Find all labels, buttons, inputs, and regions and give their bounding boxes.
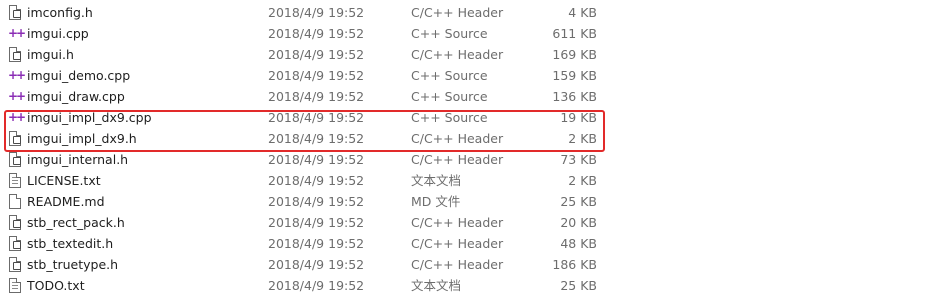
- file-row[interactable]: ++ imgui_draw.cpp 2018/4/9 19:52 C++ Sou…: [0, 86, 944, 107]
- file-name: TODO.txt: [27, 278, 85, 293]
- file-row[interactable]: LICENSE.txt 2018/4/9 19:52 文本文档 2 KB: [0, 170, 944, 191]
- file-date: 2018/4/9 19:52: [268, 257, 365, 272]
- cpp-file-icon: ++: [8, 26, 26, 40]
- file-row[interactable]: TODO.txt 2018/4/9 19:52 文本文档 25 KB: [0, 275, 944, 296]
- file-name: imgui_demo.cpp: [27, 68, 131, 83]
- file-type: C++ Source: [411, 89, 488, 104]
- file-date: 2018/4/9 19:52: [268, 110, 365, 125]
- file-size: 2 KB: [568, 131, 597, 146]
- file-row[interactable]: ++ imgui_demo.cpp 2018/4/9 19:52 C++ Sou…: [0, 65, 944, 86]
- file-list: imconfig.h 2018/4/9 19:52 C/C++ Header 4…: [0, 2, 944, 296]
- header-file-icon: [8, 254, 22, 275]
- file-name: stb_rect_pack.h: [27, 215, 125, 230]
- header-file-icon: [8, 128, 22, 149]
- text-file-icon: [8, 170, 22, 191]
- file-name: imgui.h: [27, 47, 74, 62]
- header-file-icon: [8, 149, 22, 170]
- file-date: 2018/4/9 19:52: [268, 68, 365, 83]
- cpp-file-icon: ++: [8, 89, 26, 103]
- text-file-icon: [8, 275, 22, 296]
- file-date: 2018/4/9 19:52: [268, 5, 365, 20]
- file-row[interactable]: stb_truetype.h 2018/4/9 19:52 C/C++ Head…: [0, 254, 944, 275]
- file-row[interactable]: imgui_internal.h 2018/4/9 19:52 C/C++ He…: [0, 149, 944, 170]
- file-size: 25 KB: [560, 194, 597, 209]
- file-date: 2018/4/9 19:52: [268, 131, 365, 146]
- file-row[interactable]: imconfig.h 2018/4/9 19:52 C/C++ Header 4…: [0, 2, 944, 23]
- file-date: 2018/4/9 19:52: [268, 194, 365, 209]
- header-file-icon: [8, 233, 22, 254]
- file-size: 48 KB: [560, 236, 597, 251]
- file-row[interactable]: stb_rect_pack.h 2018/4/9 19:52 C/C++ Hea…: [0, 212, 944, 233]
- file-type: 文本文档: [411, 173, 462, 188]
- file-name: stb_textedit.h: [27, 236, 114, 251]
- file-size: 186 KB: [552, 257, 597, 272]
- file-row[interactable]: imgui.h 2018/4/9 19:52 C/C++ Header 169 …: [0, 44, 944, 65]
- file-row[interactable]: README.md 2018/4/9 19:52 MD 文件 25 KB: [0, 191, 944, 212]
- file-size: 4 KB: [568, 5, 597, 20]
- file-name: README.md: [27, 194, 105, 209]
- file-name: imgui.cpp: [27, 26, 89, 41]
- file-type: C++ Source: [411, 68, 488, 83]
- file-type: C++ Source: [411, 110, 488, 125]
- file-name: imgui_impl_dx9.h: [27, 131, 137, 146]
- generic-file-icon: [8, 191, 22, 212]
- file-date: 2018/4/9 19:52: [268, 236, 365, 251]
- file-row[interactable]: ++ imgui.cpp 2018/4/9 19:52 C++ Source 6…: [0, 23, 944, 44]
- file-size: 169 KB: [552, 47, 597, 62]
- file-name: imconfig.h: [27, 5, 93, 20]
- file-date: 2018/4/9 19:52: [268, 152, 365, 167]
- file-date: 2018/4/9 19:52: [268, 215, 365, 230]
- file-row[interactable]: imgui_impl_dx9.h 2018/4/9 19:52 C/C++ He…: [0, 128, 944, 149]
- file-date: 2018/4/9 19:52: [268, 278, 365, 293]
- header-file-icon: [8, 2, 22, 23]
- file-type: MD 文件: [411, 194, 461, 209]
- file-size: 19 KB: [560, 110, 597, 125]
- file-date: 2018/4/9 19:52: [268, 26, 365, 41]
- file-name: LICENSE.txt: [27, 173, 101, 188]
- cpp-file-icon: ++: [8, 110, 26, 124]
- file-date: 2018/4/9 19:52: [268, 89, 365, 104]
- header-file-icon: [8, 212, 22, 233]
- file-name: imgui_internal.h: [27, 152, 129, 167]
- file-name: imgui_impl_dx9.cpp: [27, 110, 152, 125]
- file-type: 文本文档: [411, 278, 462, 293]
- file-row[interactable]: ++ imgui_impl_dx9.cpp 2018/4/9 19:52 C++…: [0, 107, 944, 128]
- file-date: 2018/4/9 19:52: [268, 47, 365, 62]
- file-size: 25 KB: [560, 278, 597, 293]
- header-file-icon: [8, 44, 22, 65]
- cpp-file-icon: ++: [8, 68, 26, 82]
- file-size: 159 KB: [552, 68, 597, 83]
- file-size: 73 KB: [560, 152, 597, 167]
- file-size: 20 KB: [560, 215, 597, 230]
- file-row[interactable]: stb_textedit.h 2018/4/9 19:52 C/C++ Head…: [0, 233, 944, 254]
- file-date: 2018/4/9 19:52: [268, 173, 365, 188]
- file-size: 2 KB: [568, 173, 597, 188]
- file-type: C++ Source: [411, 26, 488, 41]
- file-size: 611 KB: [552, 26, 597, 41]
- file-name: imgui_draw.cpp: [27, 89, 125, 104]
- file-size: 136 KB: [552, 89, 597, 104]
- file-name: stb_truetype.h: [27, 257, 119, 272]
